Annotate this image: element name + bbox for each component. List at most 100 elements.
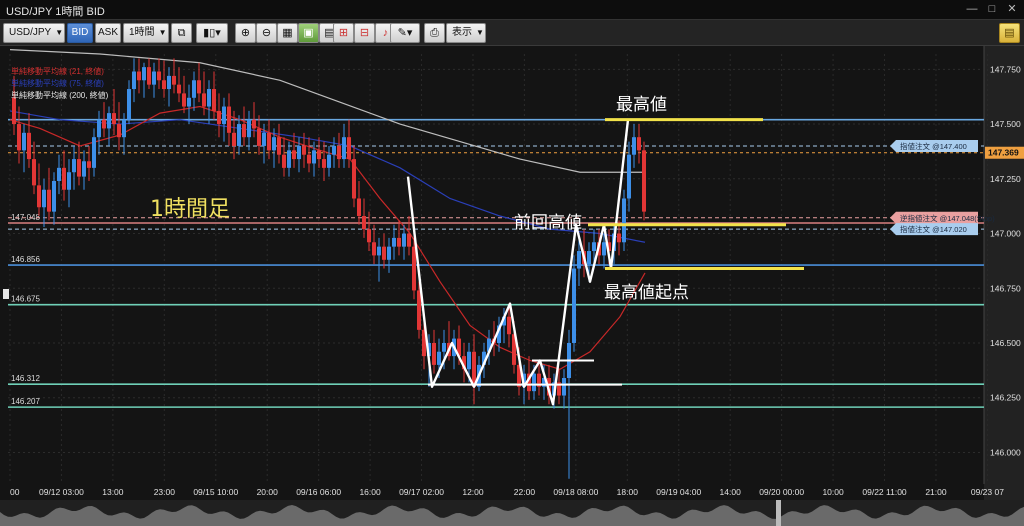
candle-body bbox=[37, 185, 41, 208]
candle-body bbox=[632, 137, 636, 155]
candle-body bbox=[602, 242, 606, 256]
candle-body bbox=[127, 89, 131, 120]
candle-body bbox=[77, 159, 81, 177]
candle-body bbox=[107, 113, 111, 129]
settings-icon: ▤ bbox=[1004, 27, 1015, 39]
edit-order-button[interactable]: ⊟ bbox=[354, 23, 375, 43]
candle-body bbox=[382, 246, 386, 260]
y-tick-label: 146.750 bbox=[990, 283, 1021, 293]
candle-body bbox=[312, 150, 316, 164]
candle-body bbox=[357, 198, 361, 217]
candle-body bbox=[182, 93, 186, 107]
x-tick-label: 23:00 bbox=[154, 487, 176, 497]
candle-body bbox=[372, 242, 376, 256]
zoom-in-icon: ⊕ bbox=[240, 27, 251, 39]
candle-body bbox=[82, 161, 86, 177]
candle-body bbox=[532, 373, 536, 392]
candle-body bbox=[232, 132, 236, 146]
minimize-button[interactable]: — bbox=[964, 2, 980, 17]
maximize-button[interactable]: □ bbox=[984, 2, 1000, 17]
range-navigator-handle[interactable] bbox=[776, 500, 781, 526]
candle-body bbox=[12, 97, 16, 125]
current-price-label: 147.369 bbox=[988, 148, 1019, 158]
screenshot-button[interactable]: ⎙ bbox=[424, 23, 445, 43]
candle-body bbox=[362, 216, 366, 230]
candle-body bbox=[132, 71, 136, 90]
zoom-out-button[interactable]: ⊖ bbox=[256, 23, 277, 43]
y-tick-label: 147.000 bbox=[990, 229, 1021, 239]
candle-body bbox=[47, 189, 51, 212]
candle-body bbox=[167, 75, 171, 90]
candle-body bbox=[32, 159, 36, 186]
sound-icon: ♪ bbox=[382, 27, 389, 39]
close-button[interactable]: ✕ bbox=[1004, 2, 1020, 17]
y-scroll-handle[interactable] bbox=[3, 289, 9, 299]
candle-body bbox=[202, 93, 206, 107]
chart-type-button[interactable]: ▮▯▾ bbox=[196, 23, 228, 43]
x-tick-label: 09/17 02:00 bbox=[399, 487, 444, 497]
x-tick-label: 09/19 04:00 bbox=[656, 487, 701, 497]
candle-body bbox=[242, 124, 246, 138]
x-tick-label: 13:00 bbox=[102, 487, 124, 497]
window-button[interactable]: ▣ bbox=[298, 23, 319, 43]
candle-body bbox=[212, 89, 216, 111]
x-tick-label: 20:00 bbox=[257, 487, 279, 497]
chevron-down-icon: ▼ bbox=[55, 28, 64, 37]
x-tick-label: 22:00 bbox=[514, 487, 536, 497]
draw-tool-button[interactable]: ✎▾ bbox=[390, 23, 420, 43]
link-button[interactable]: ⧉ bbox=[171, 23, 192, 43]
timeframe-select[interactable]: 1時間 ▼ bbox=[123, 23, 169, 43]
candle-body bbox=[57, 167, 61, 181]
price-level-label: 146.856 bbox=[11, 255, 40, 264]
y-tick-label: 146.250 bbox=[990, 393, 1021, 403]
candle-body bbox=[97, 119, 101, 138]
add-order-button[interactable]: ⊞ bbox=[333, 23, 354, 43]
x-tick-label: 09/22 11:00 bbox=[862, 487, 907, 497]
candle-body bbox=[277, 137, 281, 155]
x-tick-label: 09/16 06:00 bbox=[296, 487, 341, 497]
candle-body bbox=[87, 161, 91, 168]
highest-start-annotation: 最高値起点 bbox=[604, 283, 689, 303]
zoom-in-button[interactable]: ⊕ bbox=[235, 23, 256, 43]
draw-tool-icon: ✎▾ bbox=[397, 27, 413, 39]
candle-body bbox=[292, 150, 296, 160]
candle-body bbox=[622, 198, 626, 243]
candle-body bbox=[342, 137, 346, 160]
candle-body bbox=[587, 251, 591, 265]
y-tick-label: 146.500 bbox=[990, 338, 1021, 348]
chart-toolbar: USD/JPY ▼ BID ASK 1時間 ▼ ⧉ ▮▯▾ ⊕ ⊖ ▦ ▣ ▤ ⊞ … bbox=[0, 20, 1024, 46]
symbol-select[interactable]: USD/JPY ▼ bbox=[3, 23, 65, 43]
candle-body bbox=[327, 154, 331, 168]
candle-body bbox=[392, 237, 396, 247]
candle-body bbox=[367, 229, 371, 243]
ask-button[interactable]: ASK bbox=[95, 23, 121, 43]
symbol-label: USD/JPY bbox=[9, 27, 52, 38]
candle-body bbox=[507, 316, 511, 335]
grid-button[interactable]: ▦ bbox=[277, 23, 298, 43]
candle-body bbox=[377, 246, 381, 256]
chevron-down-icon: ▼ bbox=[476, 28, 484, 37]
window-icon: ▣ bbox=[303, 27, 314, 39]
candle-body bbox=[147, 67, 151, 85]
candle-body bbox=[387, 246, 391, 260]
y-tick-label: 147.250 bbox=[990, 174, 1021, 184]
window-controls: — □ ✕ bbox=[964, 2, 1020, 17]
candle-body bbox=[142, 67, 146, 81]
ma-legend-entry: 単純移動平均線 (200, 終値) bbox=[11, 90, 109, 100]
candle-body bbox=[332, 145, 336, 155]
candle-body bbox=[52, 180, 56, 212]
chart-area[interactable]: 147.750 147.500 147.250 147.000 146.750 146.5… bbox=[0, 46, 1024, 526]
view-menu-button[interactable]: 表示 ▼ bbox=[446, 23, 486, 43]
bid-button[interactable]: BID bbox=[67, 23, 93, 43]
link-icon: ⧉ bbox=[177, 27, 186, 39]
price-level-label: 146.675 bbox=[11, 295, 40, 304]
x-tick-label: 12:00 bbox=[462, 487, 484, 497]
candle-body bbox=[417, 290, 421, 330]
candle-body bbox=[247, 119, 251, 138]
candle-body bbox=[92, 137, 96, 168]
candle-body bbox=[237, 124, 241, 146]
settings-button[interactable]: ▤ bbox=[999, 23, 1020, 43]
candle-body bbox=[282, 154, 286, 168]
candle-body bbox=[642, 150, 646, 212]
x-tick-label: 00 bbox=[10, 487, 20, 497]
